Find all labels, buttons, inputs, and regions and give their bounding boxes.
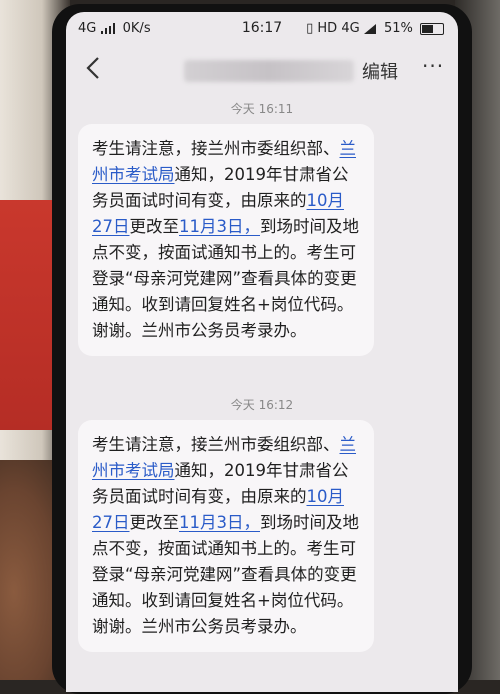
message-bubble[interactable]: 考生请注意，接兰州市委组织部、兰州市考试局通知，2019年甘肃省公务员面试时间有… (78, 124, 374, 356)
message-text: 考生请注意，接兰州市委组织部、 (92, 139, 340, 158)
status-right: ▯ HD 4G 51% (306, 21, 444, 36)
back-arrow-icon[interactable] (86, 56, 112, 86)
message-link[interactable]: 11月3日， (179, 513, 260, 532)
message-bubble[interactable]: 考生请注意，接兰州市委组织部、兰州市考试局通知，2019年甘肃省公务员面试时间有… (78, 420, 374, 652)
status-bar: 4G 0K/s 16:17 ▯ HD 4G 51% (66, 12, 458, 44)
message-timestamp: 今天 16:12 (230, 398, 294, 412)
message-text: 考生请注意，接兰州市委组织部、 (92, 435, 340, 454)
hd-indicator: HD 4G (317, 21, 360, 36)
message-text: 更改至 (129, 217, 180, 236)
message-text: 更改至 (129, 513, 180, 532)
conversation-header: 编辑 ··· (66, 50, 458, 90)
signal-icon-right (363, 23, 376, 34)
contact-name-blurred (184, 60, 354, 82)
vibrate-icon: ▯ (306, 21, 314, 36)
battery-percent: 51% (383, 21, 413, 36)
phone-screen: 4G 0K/s 16:17 ▯ HD 4G 51% 编辑 ··· 今天 16:1… (66, 12, 458, 692)
edit-button[interactable]: 编辑 (362, 58, 398, 84)
more-options-button[interactable]: ··· (422, 54, 444, 78)
battery-icon (420, 22, 444, 35)
message-timestamp: 今天 16:11 (230, 102, 294, 116)
background-red-object (0, 200, 55, 430)
message-link[interactable]: 11月3日， (179, 217, 260, 236)
